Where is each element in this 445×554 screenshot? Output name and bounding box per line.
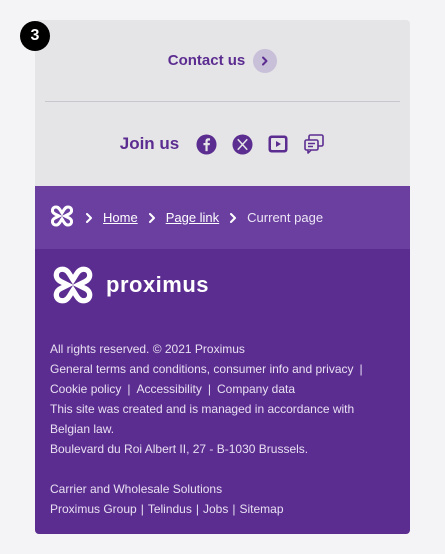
carrier-link[interactable]: Carrier and Wholesale Solutions: [50, 482, 222, 496]
breadcrumb-home[interactable]: Home: [103, 210, 138, 225]
chevron-right-icon: [229, 212, 237, 223]
bottom-links: Carrier and Wholesale Solutions Proximus…: [50, 482, 284, 516]
breadcrumb-current: Current page: [247, 210, 324, 225]
terms-link[interactable]: General terms and conditions, consumer i…: [50, 362, 354, 376]
proximus-logo[interactable]: proximus: [50, 265, 395, 305]
legal-info: All rights reserved. © 2021 Proximus Gen…: [50, 339, 395, 459]
company-data-link[interactable]: Company data: [217, 382, 295, 396]
chevron-right-icon: [85, 212, 93, 223]
telindus-link[interactable]: Telindus: [148, 502, 192, 516]
join-us-row: Join us: [35, 102, 410, 186]
breadcrumb-page-link[interactable]: Page link: [166, 210, 219, 225]
proximus-group-link[interactable]: Proximus Group: [50, 502, 137, 516]
site-footer: proximus All rights reserved. © 2021 Pro…: [35, 249, 410, 534]
join-us-label: Join us: [119, 134, 180, 153]
notice-text-line2: Belgian law.: [50, 422, 115, 436]
step-badge: 3: [20, 21, 50, 51]
x-icon[interactable]: [231, 133, 253, 155]
footer-card: Contact us Join us Home Page link Curren…: [35, 20, 410, 534]
address-text: Boulevard du Roi Albert II, 27 - B-1030 …: [50, 442, 309, 456]
sitemap-link[interactable]: Sitemap: [239, 502, 283, 516]
proximus-symbol-icon: [53, 266, 93, 304]
cookie-policy-link[interactable]: Cookie policy: [50, 382, 121, 396]
proximus-symbol-icon[interactable]: [49, 204, 75, 231]
breadcrumb: Home Page link Current page: [35, 186, 410, 249]
copyright-text: All rights reserved. © 2021 Proximus: [50, 342, 245, 356]
chevron-right-icon: [253, 48, 278, 73]
contact-us-link[interactable]: Contact us: [35, 20, 410, 101]
chevron-right-icon: [148, 212, 156, 223]
facebook-icon[interactable]: [195, 133, 217, 155]
brand-name: proximus: [106, 272, 210, 297]
youtube-icon[interactable]: [267, 133, 289, 155]
accessibility-link[interactable]: Accessibility: [137, 382, 202, 396]
chat-icon[interactable]: [303, 133, 325, 155]
jobs-link[interactable]: Jobs: [203, 502, 228, 516]
contact-us-label: Contact us: [167, 52, 246, 69]
notice-text-line1: This site was created and is managed in …: [50, 402, 355, 416]
